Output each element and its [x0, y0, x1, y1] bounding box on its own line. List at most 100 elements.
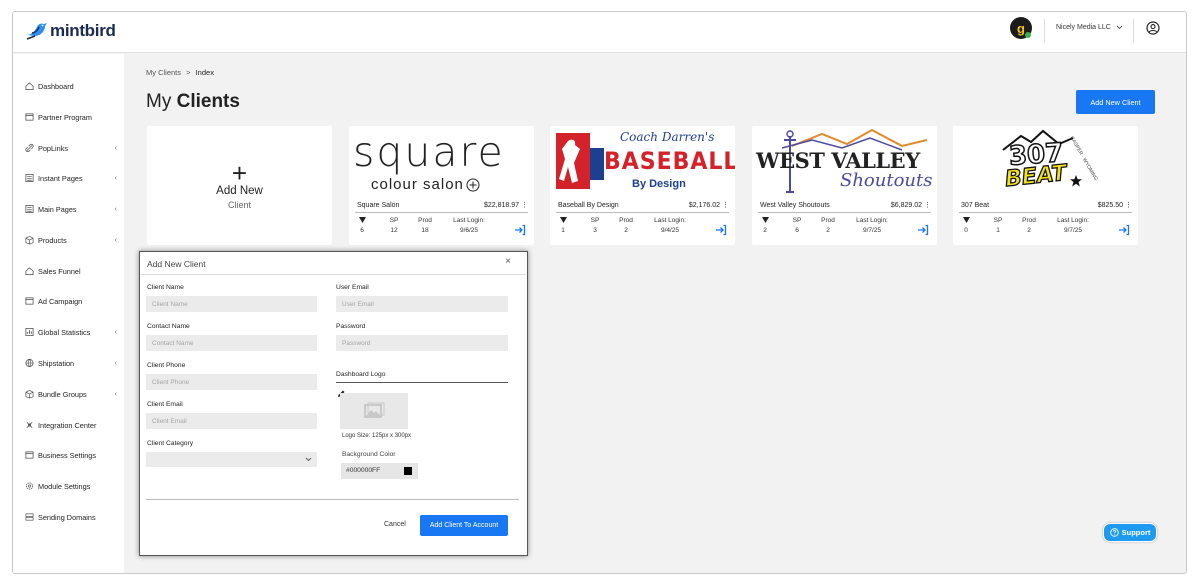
client-logo: Coach Darren's BASEBALL By Design [550, 126, 735, 210]
dashboard-logo-label: Dashboard Logo [336, 371, 386, 378]
app-logo[interactable]: mintbird [26, 20, 116, 42]
password-input[interactable] [336, 335, 508, 351]
password-label: Password [336, 323, 366, 330]
sidebar-item-label: Business Settings [38, 450, 97, 460]
kebab-menu-icon[interactable]: ⋮ [521, 202, 528, 209]
divider [355, 212, 528, 213]
chevron-left-icon[interactable]: ‹ [115, 391, 117, 398]
client-email-input[interactable] [146, 413, 317, 429]
account-name: Nicely Media LLC [1056, 24, 1111, 31]
top-bar: mintbird g Nicely Media LLC [13, 12, 1186, 53]
kebab-menu-icon[interactable]: ⋮ [924, 202, 931, 209]
user-email-input[interactable] [336, 296, 508, 312]
client-card-west-valley-shoutouts[interactable]: WEST VALLEY Shoutouts West Valley Shouto… [752, 126, 937, 245]
logo-subtext: colour salon [371, 176, 480, 193]
divider [959, 212, 1132, 213]
client-logo: square colour salon [349, 126, 534, 210]
login-icon[interactable] [715, 224, 727, 236]
divider [556, 212, 729, 213]
client-category-select[interactable] [146, 452, 317, 467]
add-new-client-button[interactable]: Add New Client [1076, 90, 1155, 114]
sidebar-item-instant-pages[interactable]: Instant Pages ‹ [25, 171, 117, 185]
color-swatch[interactable] [404, 467, 412, 475]
login-icon[interactable] [514, 224, 526, 236]
cancel-button[interactable]: Cancel [384, 521, 406, 528]
chevron-left-icon[interactable]: ‹ [115, 360, 117, 367]
image-placeholder-icon [364, 402, 385, 418]
client-category-label: Client Category [147, 440, 194, 447]
bird-icon [26, 23, 47, 40]
modal-title: Add New Client [147, 259, 206, 269]
sidebar-item-label: Sales Funnel [38, 266, 81, 276]
client-name-label: Client Name [147, 284, 184, 291]
sidebar-item-business-settings[interactable]: Business Settings [25, 448, 117, 462]
client-card-baseball-by-design[interactable]: Coach Darren's BASEBALL By Design Baseba… [550, 126, 735, 245]
client-amount: $6,829.02 ⋮ [891, 201, 931, 209]
logo-subtext: By Design [632, 178, 686, 190]
window-icon [25, 113, 34, 122]
client-card-square-salon[interactable]: square colour salon Square Salon $22,818… [349, 126, 534, 245]
link-icon [25, 143, 34, 153]
client-phone-input[interactable] [146, 374, 317, 390]
account-switcher[interactable]: Nicely Media LLC [1056, 24, 1123, 31]
sidebar-item-label: Shipstation [38, 358, 75, 368]
page-title: My Clients [146, 91, 240, 113]
chevron-left-icon[interactable]: ‹ [115, 145, 117, 152]
stat-header-login: Last Login: [453, 217, 485, 224]
divider [1133, 19, 1134, 43]
page-icon [25, 205, 34, 214]
logo-text-main: square [353, 128, 505, 176]
login-icon[interactable] [1118, 224, 1130, 236]
add-client-to-account-button[interactable]: Add Client To Account [420, 515, 508, 536]
client-email-label: Client Email [147, 401, 183, 408]
batter-silhouette [556, 133, 590, 189]
sidebar-item-poplinks[interactable]: PopLinks ‹ [25, 141, 117, 155]
sidebar-item-partner-program[interactable]: Partner Program [25, 110, 117, 124]
logo-text: mintbird [50, 21, 116, 40]
add-client-card[interactable]: + Add New Client [147, 126, 332, 245]
sidebar-item-products[interactable]: Products ‹ [25, 233, 117, 247]
chevron-left-icon[interactable]: ‹ [115, 237, 117, 244]
chevron-left-icon[interactable]: ‹ [115, 206, 117, 213]
user-circle-icon[interactable] [1146, 21, 1160, 35]
sidebar-item-module-settings[interactable]: Module Settings [25, 479, 117, 493]
sidebar-item-label: Integration Center [38, 420, 97, 430]
breadcrumb-parent[interactable]: My Clients [146, 68, 181, 77]
client-name: Baseball By Design [558, 202, 619, 209]
support-button[interactable]: Support [1103, 523, 1157, 542]
login-icon[interactable] [917, 224, 929, 236]
chevron-left-icon[interactable]: ‹ [115, 329, 117, 336]
sidebar-item-shipstation[interactable]: Shipstation ‹ [25, 356, 117, 370]
gear-icon [25, 482, 34, 491]
close-icon[interactable]: × [502, 256, 514, 267]
stat-prod: 18 [421, 227, 429, 234]
sidebar-item-dashboard[interactable]: Dashboard [25, 79, 117, 93]
divider [141, 274, 526, 275]
sidebar-item-label: Sending Domains [38, 512, 96, 522]
logo-upload[interactable] [340, 393, 408, 429]
stat-header-prod: Prod [821, 217, 835, 224]
sidebar-item-bundle-groups[interactable]: Bundle Groups ‹ [25, 387, 117, 401]
breadcrumb-current: Index [195, 68, 214, 77]
sidebar-item-ad-campaign[interactable]: Ad Campaign [25, 294, 117, 308]
sidebar-item-sales-funnel[interactable]: Sales Funnel [25, 264, 117, 278]
sidebar-item-global-statistics[interactable]: Global Statistics ‹ [25, 325, 117, 339]
sidebar-item-integration-center[interactable]: Integration Center [25, 418, 117, 432]
amount-value: $825.50 [1097, 202, 1124, 209]
logo-subtext: Shoutouts [840, 170, 933, 191]
amount-value: $2,176.02 [688, 202, 721, 209]
kebab-menu-icon[interactable]: ⋮ [1125, 202, 1132, 209]
kebab-menu-icon[interactable]: ⋮ [722, 202, 729, 209]
contact-name-input[interactable] [146, 335, 317, 351]
sidebar-item-sending-domains[interactable]: Sending Domains [25, 510, 117, 524]
avatar[interactable]: g [1010, 17, 1032, 39]
sidebar-item-main-pages[interactable]: Main Pages ‹ [25, 202, 117, 216]
sidebar: Dashboard Partner Program PopLinks ‹ Instant… [13, 54, 124, 573]
client-card-307-beat[interactable]: CASPER · WYOMING 307 BEAT 307 Beat $825.… [953, 126, 1138, 245]
chevron-left-icon[interactable]: ‹ [115, 175, 117, 182]
logo-subtext-label: colour salon [371, 176, 464, 193]
client-name-input[interactable] [146, 296, 317, 312]
sidebar-item-label: Module Settings [38, 481, 91, 491]
sidebar-item-label: Products [38, 235, 67, 245]
sidebar-item-label: Partner Program [38, 112, 92, 122]
